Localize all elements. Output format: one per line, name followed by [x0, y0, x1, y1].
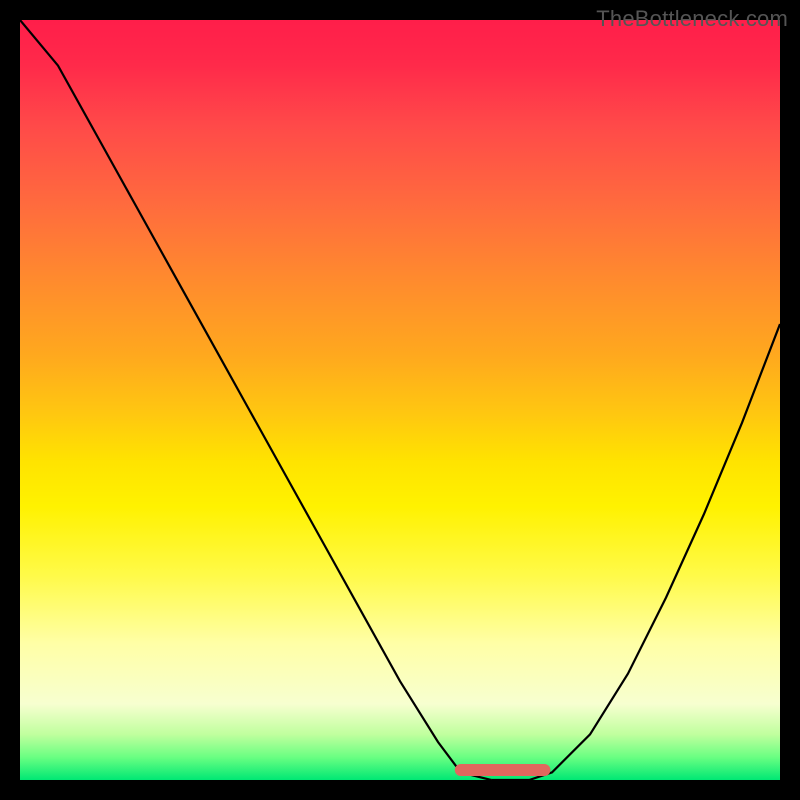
chart-plot-area	[20, 20, 780, 780]
chart-svg	[20, 20, 780, 780]
curve-right-branch	[491, 324, 780, 780]
watermark-text: TheBottleneck.com	[596, 6, 788, 32]
curve-left-branch	[20, 20, 491, 780]
